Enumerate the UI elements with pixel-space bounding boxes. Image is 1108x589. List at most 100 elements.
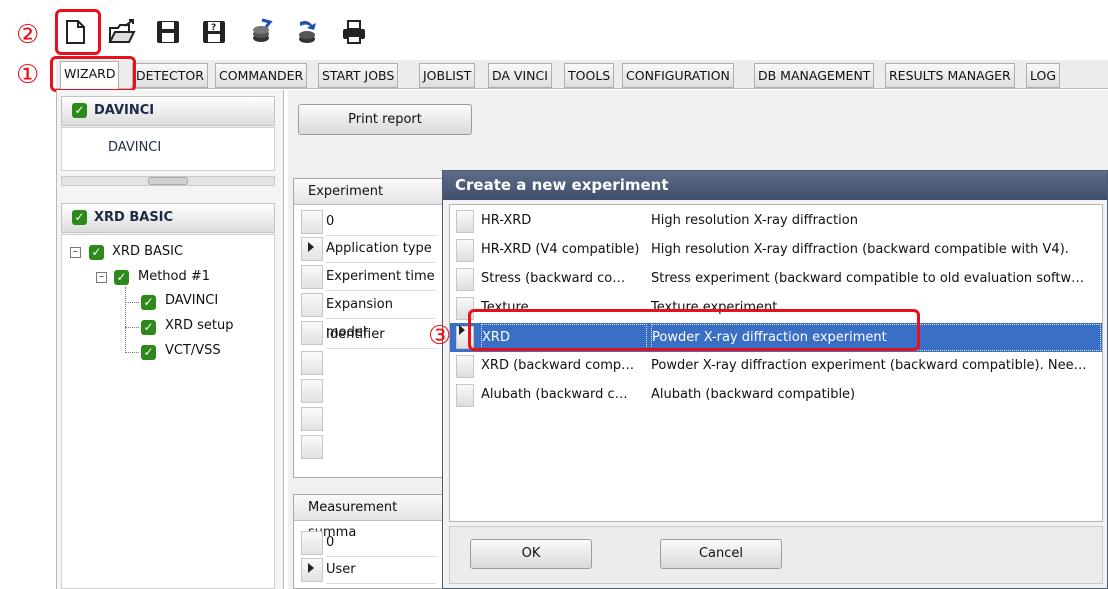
row-selector[interactable] — [456, 384, 474, 407]
row-selector[interactable] — [456, 210, 474, 233]
tree-connector — [125, 327, 139, 328]
row-header-cell[interactable] — [301, 321, 323, 345]
svg-text:?: ? — [211, 23, 216, 33]
row-header-cell[interactable] — [301, 435, 323, 459]
save-as-icon[interactable]: ? — [200, 18, 228, 46]
experiment-grid-header: Experiment — [294, 179, 442, 205]
measurement-index: 0 — [326, 529, 436, 557]
tab-joblist[interactable]: JOBLIST — [419, 63, 476, 88]
tree-connector — [125, 302, 139, 303]
experiment-row-label: Experiment time — [326, 263, 436, 291]
annotation-marker-2: ② — [16, 20, 40, 50]
tree-node-xrd-setup[interactable]: XRD setup — [165, 318, 233, 333]
tab-strip: WIZARD DETECTOR COMMANDER START JOBS JOB… — [56, 60, 1108, 89]
experiment-type-item[interactable]: Alubath (backward c… Alubath (backward c… — [450, 381, 1102, 410]
xrd-basic-group-title: XRD BASIC — [94, 210, 174, 225]
davinci-group-header[interactable]: ✓ DAVINCI — [61, 96, 275, 126]
experiment-row-label: Expansion model — [326, 291, 436, 340]
tab-configuration[interactable]: CONFIGURATION — [622, 63, 734, 88]
row-header-cell[interactable] — [301, 379, 323, 403]
tab-detector[interactable]: DETECTOR — [132, 63, 208, 88]
experiment-type-item[interactable]: XRD (backward comp… Powder X-ray diffrac… — [450, 352, 1102, 381]
experiment-row-label: Application type — [326, 235, 436, 263]
dialog-footer: OK Cancel — [449, 526, 1103, 584]
checkbox-checked-icon[interactable]: ✓ — [72, 210, 87, 225]
group-splitter[interactable] — [61, 176, 275, 186]
experiment-type-item[interactable]: HR-XRD (V4 compatible) High resolution X… — [450, 236, 1102, 265]
export-icon[interactable] — [294, 18, 322, 46]
tab-start-jobs[interactable]: START JOBS — [318, 63, 399, 88]
row-header-cell[interactable] — [301, 531, 323, 555]
davinci-group-title: DAVINCI — [94, 103, 155, 118]
row-pointer-icon — [308, 563, 314, 573]
checkbox-checked-icon[interactable]: ✓ — [72, 103, 87, 118]
row-pointer-icon — [308, 242, 314, 252]
row-selector[interactable] — [456, 239, 474, 262]
experiment-type-item[interactable]: Stress (backward co… Stress experiment (… — [450, 265, 1102, 294]
open-folder-icon[interactable] — [108, 18, 136, 46]
row-header-cell[interactable] — [301, 265, 323, 289]
tree-node-xrd-basic[interactable]: XRD BASIC — [112, 244, 183, 259]
row-header-cell[interactable] — [301, 210, 323, 234]
davinci-group-item[interactable]: DAVINCI — [108, 140, 161, 155]
checkbox-checked-icon[interactable]: ✓ — [141, 320, 156, 335]
tab-log[interactable]: LOG — [1026, 63, 1061, 88]
print-icon[interactable] — [340, 18, 368, 46]
row-header-cell[interactable] — [301, 351, 323, 375]
tab-db-management[interactable]: DB MANAGEMENT — [754, 63, 875, 88]
save-icon[interactable] — [154, 18, 182, 46]
experiment-grid: Experiment 0 Application type Experiment… — [293, 178, 443, 478]
cancel-button[interactable]: Cancel — [660, 539, 782, 569]
checkbox-checked-icon[interactable]: ✓ — [141, 295, 156, 310]
tree-node-method[interactable]: Method #1 — [138, 269, 210, 284]
experiment-type-list: HR-XRD High resolution X-ray diffraction… — [449, 204, 1103, 522]
tab-tools[interactable]: TOOLS — [564, 63, 615, 88]
wizard-tab-highlight — [50, 56, 136, 92]
xrd-basic-group-header[interactable]: ✓ XRD BASIC — [61, 203, 275, 233]
left-panel: ✓ DAVINCI DAVINCI ✓ XRD BASIC – ✓ XRD BA… — [56, 90, 284, 589]
import-icon[interactable] — [248, 18, 276, 46]
selection-pointer-icon — [459, 325, 465, 335]
row-selector[interactable] — [456, 268, 474, 291]
print-report-button[interactable]: Print report — [298, 104, 472, 135]
dialog-title: Create a new experiment — [443, 171, 1107, 200]
splitter-grip-icon[interactable] — [148, 177, 188, 185]
checkbox-checked-icon[interactable]: ✓ — [114, 270, 129, 285]
row-header-cell[interactable] — [301, 237, 323, 261]
measurement-row-label: User — [326, 556, 436, 584]
new-document-highlight — [55, 9, 101, 55]
checkbox-checked-icon[interactable]: ✓ — [89, 245, 104, 260]
experiment-type-description: Stress experiment (backward compatible t… — [651, 271, 1085, 286]
tree-connector — [125, 287, 126, 353]
annotation-marker-3: ③ — [428, 321, 452, 351]
experiment-type-name: XRD (backward comp… — [481, 358, 635, 373]
experiment-type-description: High resolution X-ray diffraction — [651, 213, 858, 228]
experiment-type-name: HR-XRD — [481, 213, 532, 228]
row-header-cell[interactable] — [301, 407, 323, 431]
experiment-type-name: HR-XRD (V4 compatible) — [481, 242, 640, 257]
experiment-type-name: Stress (backward co… — [481, 271, 626, 286]
tree-collapse-icon[interactable]: – — [96, 272, 107, 283]
tab-results-manager[interactable]: RESULTS MANAGER — [885, 63, 1015, 88]
checkbox-checked-icon[interactable]: ✓ — [141, 345, 156, 360]
tree-node-davinci[interactable]: DAVINCI — [165, 293, 218, 308]
tree-connector — [125, 352, 139, 353]
experiment-index: 0 — [326, 208, 436, 236]
measurement-grid: Measurement summa 0 User — [293, 494, 443, 589]
tree-node-vct-vss[interactable]: VCT/VSS — [165, 343, 221, 358]
xrd-tree: – ✓ XRD BASIC – ✓ Method #1 ✓ DAVINCI ✓ … — [61, 234, 275, 589]
row-header-cell[interactable] — [301, 558, 323, 582]
experiment-type-description: High resolution X-ray diffraction (backw… — [651, 242, 1069, 257]
xrd-row-highlight — [468, 309, 920, 351]
create-experiment-dialog: Create a new experiment HR-XRD High reso… — [442, 170, 1108, 589]
toolbar: ? — [56, 2, 1108, 56]
experiment-type-item[interactable]: HR-XRD High resolution X-ray diffraction — [450, 207, 1102, 236]
row-selector[interactable] — [456, 355, 474, 378]
tree-collapse-icon[interactable]: – — [70, 247, 81, 258]
tab-da-vinci[interactable]: DA VINCI — [488, 63, 552, 88]
experiment-type-name: Alubath (backward c… — [481, 387, 628, 402]
experiment-type-description: Alubath (backward compatible) — [651, 387, 856, 402]
ok-button[interactable]: OK — [470, 539, 592, 569]
row-header-cell[interactable] — [301, 293, 323, 317]
tab-commander[interactable]: COMMANDER — [215, 63, 308, 88]
